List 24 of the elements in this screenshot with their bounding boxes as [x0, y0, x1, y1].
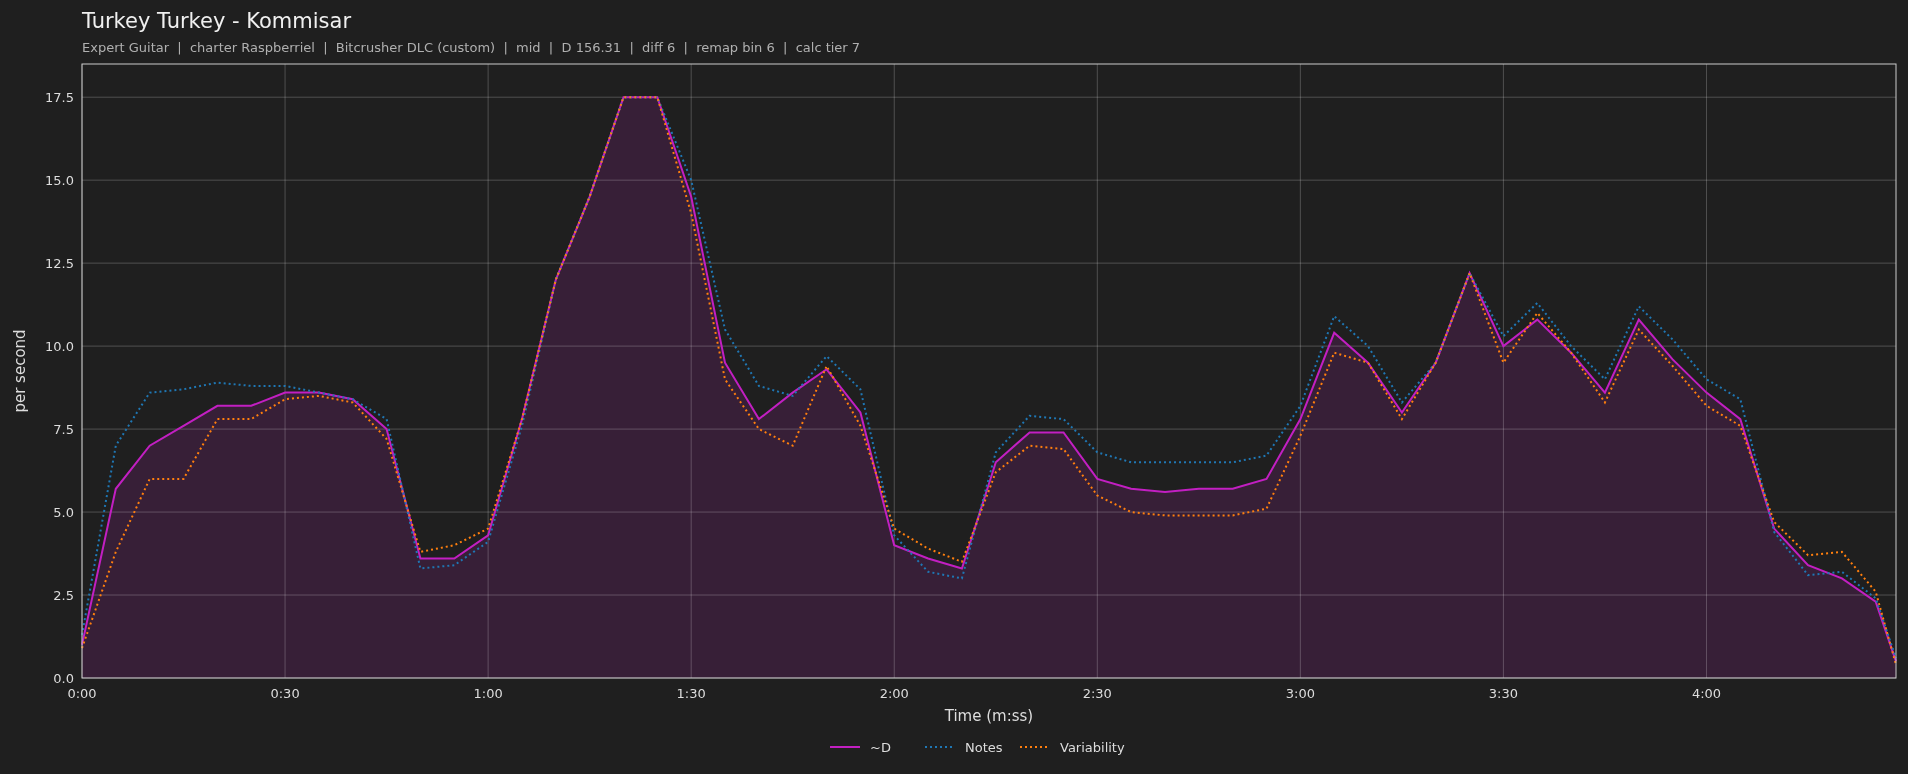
chart-title: Turkey Turkey - Kommisar [82, 8, 353, 34]
chart-subtitle: Expert Guitar | charter Raspberriel | Bitcrusher DLC (custom) | mid | D 156.31 | diff 6 | remap bin 6 | calc tier 7 [82, 39, 862, 57]
axis-label: per second [11, 329, 29, 413]
tick-label: 7.5 [53, 422, 74, 438]
legend-label: Variability [1060, 740, 1125, 755]
axis-label: Time (m:ss) [944, 707, 1034, 725]
tick-label: 2.5 [53, 588, 74, 604]
tick-label: 1:00 [473, 686, 503, 701]
tick-label: 0:30 [270, 686, 300, 701]
tick-label: 5.0 [53, 505, 74, 521]
tick-label: 0:00 [67, 686, 97, 701]
tick-label: 3:00 [1285, 686, 1315, 701]
tick-label: 17.5 [45, 90, 74, 106]
tick-label: 12.5 [45, 256, 74, 272]
tick-label: 3:30 [1488, 686, 1518, 701]
tick-label: 0.0 [53, 671, 74, 686]
tick-label: 2:00 [879, 686, 909, 701]
tick-label: 1:30 [676, 686, 706, 701]
tick-label: 4:00 [1691, 686, 1722, 701]
tick-label: 15.0 [45, 173, 74, 189]
legend-label: ~D [870, 740, 891, 755]
legend-label: Notes [965, 740, 1003, 755]
tick-label: 2:30 [1082, 686, 1112, 701]
tick-label: 10.0 [45, 339, 74, 355]
